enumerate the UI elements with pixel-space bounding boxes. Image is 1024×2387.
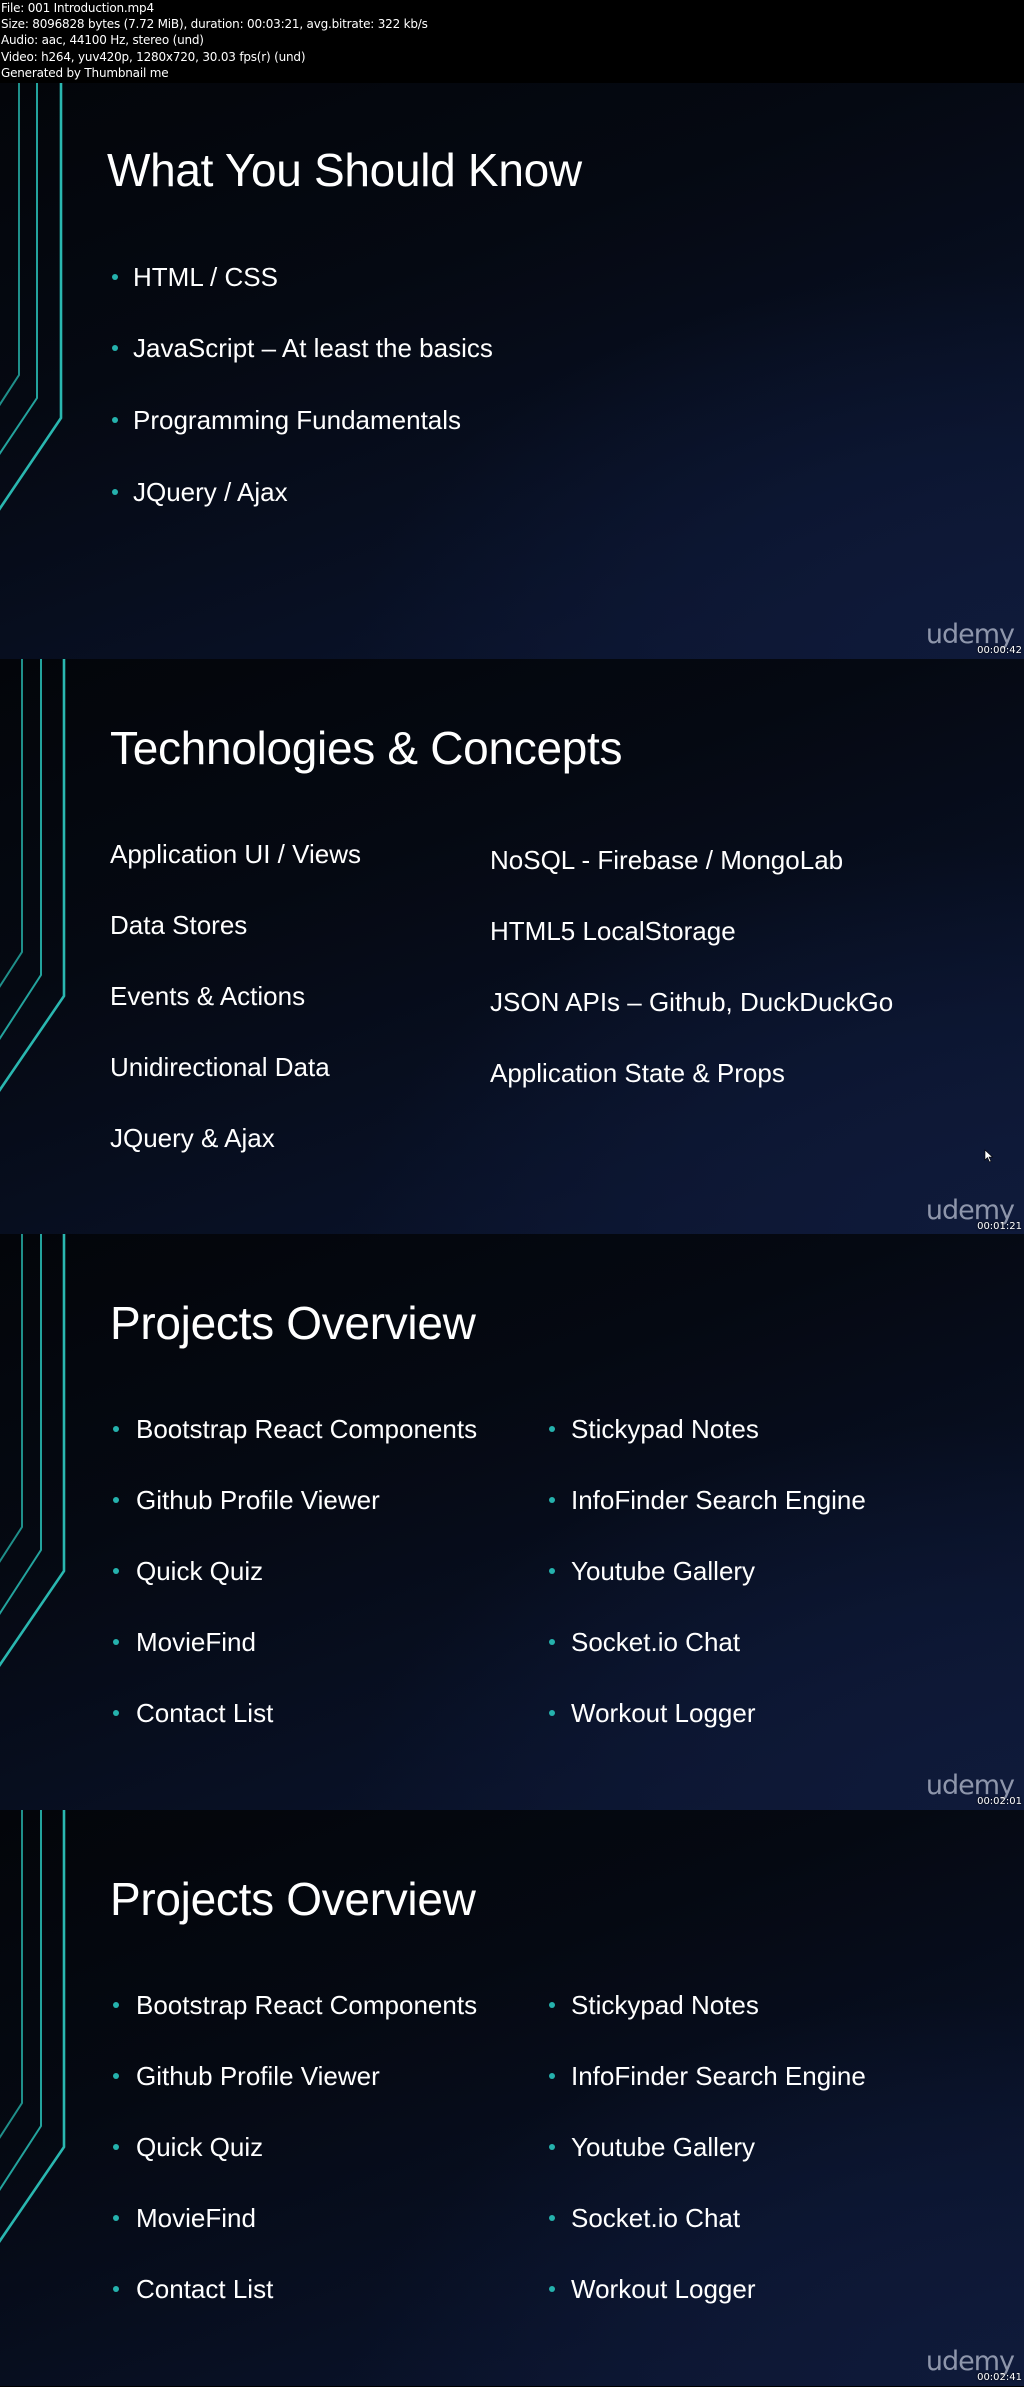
list-item: Bootstrap React Components bbox=[136, 1414, 478, 1444]
slide-technologies-concepts: Technologies & Concepts Application UI /… bbox=[0, 659, 1024, 1235]
udemy-logo: udemy bbox=[925, 2346, 1015, 2377]
generator-line: Generated by Thumbnail me bbox=[1, 65, 169, 80]
list-item: Workout Logger bbox=[571, 2274, 756, 2304]
list-item: NoSQL - Firebase / MongoLab bbox=[490, 845, 844, 875]
bullet-icon bbox=[549, 2073, 555, 2079]
bullet-icon bbox=[549, 1426, 555, 1432]
audio-info-line: Audio: aac, 44100 Hz, stereo (und) bbox=[1, 33, 204, 48]
udemy-logo: udemy bbox=[925, 619, 1015, 650]
slide-title: Technologies & Concepts bbox=[110, 722, 623, 774]
bullet-icon bbox=[113, 2073, 119, 2079]
list-item: Contact List bbox=[136, 2274, 274, 2304]
list-item: Youtube Gallery bbox=[571, 1556, 756, 1586]
decorative-lines-icon bbox=[0, 1234, 66, 1668]
bullet-icon bbox=[113, 2002, 119, 2008]
list-item: HTML / CSS bbox=[133, 262, 278, 292]
list-item: MovieFind bbox=[136, 1627, 256, 1657]
bullet-icon bbox=[113, 2144, 119, 2150]
bullet-icon bbox=[112, 489, 118, 495]
list-item: InfoFinder Search Engine bbox=[571, 1485, 866, 1515]
decorative-lines-icon bbox=[0, 1810, 66, 2244]
list-item: Youtube Gallery bbox=[571, 2132, 756, 2162]
bullet-icon bbox=[113, 1426, 119, 1432]
bullet-icon bbox=[549, 2002, 555, 2008]
list-item: MovieFind bbox=[136, 2203, 256, 2233]
decorative-lines-icon bbox=[0, 83, 63, 511]
video-info-header: File: 001 Introduction.mp4 Size: 8096828… bbox=[0, 0, 1024, 83]
slide-projects-overview: Projects Overview Bootstrap React Compon… bbox=[0, 1234, 1024, 1810]
udemy-logo: udemy bbox=[925, 1195, 1015, 1226]
bullet-icon bbox=[113, 2286, 119, 2292]
list-item: JQuery & Ajax bbox=[110, 1123, 275, 1153]
bullet-icon bbox=[549, 2144, 555, 2150]
list-item: Events & Actions bbox=[110, 981, 306, 1011]
bullet-icon bbox=[112, 345, 118, 351]
slide-what-you-should-know: What You Should Know HTML / CSS JavaScri… bbox=[0, 83, 1024, 659]
list-item: JavaScript – At least the basics bbox=[133, 333, 493, 363]
list-item: Workout Logger bbox=[571, 1698, 756, 1728]
list-item: HTML5 LocalStorage bbox=[490, 916, 736, 946]
file-size-line: Size: 8096828 bytes (7.72 MiB), duration… bbox=[1, 17, 428, 32]
list-item: Socket.io Chat bbox=[571, 1627, 741, 1657]
list-item: Application State & Props bbox=[490, 1058, 785, 1088]
slide-projects-overview-2: Projects Overview Bootstrap React Compon… bbox=[0, 1810, 1024, 2386]
list-item: Application UI / Views bbox=[110, 839, 361, 869]
list-item: Quick Quiz bbox=[136, 1556, 264, 1586]
mouse-cursor-icon bbox=[984, 1149, 994, 1163]
udemy-logo: udemy bbox=[925, 1770, 1015, 1801]
list-item: Stickypad Notes bbox=[571, 1414, 759, 1444]
slide-title: Projects Overview bbox=[110, 1873, 476, 1925]
bullet-icon bbox=[549, 1568, 555, 1574]
timestamp: 00:02:01 bbox=[977, 1796, 1022, 1807]
bullet-icon bbox=[549, 2286, 555, 2292]
list-item: JQuery / Ajax bbox=[133, 477, 288, 507]
timestamp: 00:00:42 bbox=[977, 645, 1022, 656]
bullet-icon bbox=[113, 1497, 119, 1503]
list-item: Github Profile Viewer bbox=[136, 1485, 380, 1515]
bullet-icon bbox=[113, 1639, 119, 1645]
decorative-lines-icon bbox=[0, 659, 66, 1093]
bullet-icon bbox=[549, 1639, 555, 1645]
list-item: Socket.io Chat bbox=[571, 2203, 741, 2233]
bullet-icon bbox=[549, 2215, 555, 2221]
video-info-line: Video: h264, yuv420p, 1280x720, 30.03 fp… bbox=[1, 49, 306, 64]
bullet-icon bbox=[549, 1710, 555, 1716]
bullet-icon bbox=[113, 1568, 119, 1574]
list-item: Stickypad Notes bbox=[571, 1990, 759, 2020]
list-item: JSON APIs – Github, DuckDuckGo bbox=[490, 987, 894, 1017]
file-name-line: File: 001 Introduction.mp4 bbox=[1, 1, 154, 15]
list-item: Quick Quiz bbox=[136, 2132, 264, 2162]
slide-title: Projects Overview bbox=[110, 1297, 476, 1349]
list-item: Github Profile Viewer bbox=[136, 2061, 380, 2091]
list-item: InfoFinder Search Engine bbox=[571, 2061, 866, 2091]
bullet-icon bbox=[113, 2215, 119, 2221]
bullet-icon bbox=[549, 1497, 555, 1503]
list-item: Contact List bbox=[136, 1698, 274, 1728]
bullet-icon bbox=[112, 417, 118, 423]
list-item: Programming Fundamentals bbox=[133, 405, 462, 435]
bullet-icon bbox=[113, 1710, 119, 1716]
timestamp: 00:01:21 bbox=[977, 1221, 1022, 1232]
bullet-icon bbox=[112, 274, 118, 280]
list-item: Unidirectional Data bbox=[110, 1052, 330, 1082]
slide-title: What You Should Know bbox=[107, 144, 582, 196]
list-item: Data Stores bbox=[110, 910, 248, 940]
list-item: Bootstrap React Components bbox=[136, 1990, 478, 2020]
timestamp: 00:02:41 bbox=[977, 2372, 1022, 2383]
